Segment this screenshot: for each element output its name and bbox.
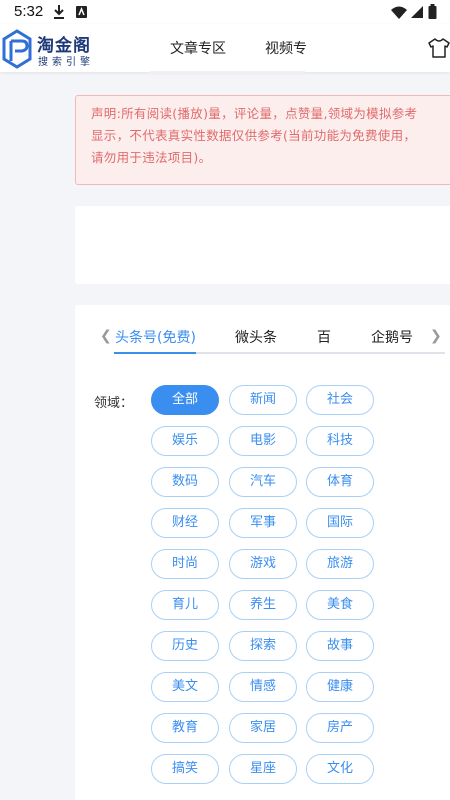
platform-tab-toutiao[interactable]: 头条号(免费): [115, 327, 196, 347]
wifi-icon: [391, 6, 407, 19]
domain-pill[interactable]: 国际: [306, 508, 374, 538]
notice-line: 请勿用于违法项目)。: [91, 150, 212, 165]
domain-pill[interactable]: 教育: [151, 713, 219, 743]
chevron-right-icon[interactable]: ❯: [430, 328, 442, 344]
download-icon: [54, 5, 64, 19]
domain-pill[interactable]: 育儿: [151, 590, 219, 620]
domain-pill[interactable]: 旅游: [306, 549, 374, 579]
domain-pill[interactable]: 娱乐: [151, 426, 219, 456]
domain-pill[interactable]: 新闻: [229, 385, 297, 415]
app-header: 淘金阁 搜索引擎 文章专区 视频专: [0, 24, 450, 73]
notice-line: 声明:所有阅读(播放)量，评论量，点赞量,领域为模拟参考: [91, 106, 418, 121]
logo-subtitle: 搜索引擎: [38, 57, 94, 68]
domain-pill[interactable]: 全部: [151, 385, 219, 415]
domain-pill[interactable]: 探索: [229, 631, 297, 661]
domain-pill[interactable]: 搞笑: [151, 754, 219, 784]
disclaimer-notice: 声明:所有阅读(播放)量，评论量，点赞量,领域为模拟参考 显示，不代表真实性数据…: [75, 95, 450, 185]
app-notification-icon: [76, 6, 87, 18]
domain-pill[interactable]: 游戏: [229, 549, 297, 579]
tab-active-indicator: [114, 352, 196, 354]
domain-pill[interactable]: 星座: [229, 754, 297, 784]
notice-line: 显示，不代表真实性数据仅供参考(当前功能为免费使用，: [91, 128, 417, 143]
domain-pill[interactable]: 财经: [151, 508, 219, 538]
nav-tab-videos[interactable]: 视频专: [265, 38, 307, 58]
domain-pill[interactable]: 时尚: [151, 549, 219, 579]
domain-label: 领域：: [94, 396, 134, 411]
nav-tab-articles[interactable]: 文章专区: [170, 38, 226, 58]
platform-tab-baidu[interactable]: 百: [317, 327, 331, 347]
domain-pill[interactable]: 文化: [306, 754, 374, 784]
domain-pill[interactable]: 养生: [229, 590, 297, 620]
signal-icon: [411, 6, 423, 18]
domain-pill[interactable]: 家居: [229, 713, 297, 743]
domain-pill[interactable]: 汽车: [229, 467, 297, 497]
blank-card: [75, 206, 450, 284]
domain-pill[interactable]: 房产: [306, 713, 374, 743]
domain-pill[interactable]: 美文: [151, 672, 219, 702]
status-time: 5:32: [14, 3, 44, 20]
domain-pill[interactable]: 体育: [306, 467, 374, 497]
domain-pill[interactable]: 故事: [306, 631, 374, 661]
platform-tab-qiepeng[interactable]: 企鹅号: [371, 327, 413, 347]
domain-pill[interactable]: 健康: [306, 672, 374, 702]
domain-pill[interactable]: 电影: [229, 426, 297, 456]
logo-icon: [2, 29, 32, 69]
nav-divider: [150, 71, 305, 73]
domain-pill[interactable]: 社会: [306, 385, 374, 415]
domain-pill[interactable]: 军事: [229, 508, 297, 538]
platform-tab-weitoutiao[interactable]: 微头条: [235, 327, 277, 347]
shirt-icon[interactable]: [428, 38, 450, 58]
battery-icon: [428, 4, 437, 19]
domain-pill[interactable]: 科技: [306, 426, 374, 456]
chevron-left-icon[interactable]: ❮: [100, 328, 112, 344]
status-bar: 5:32: [0, 0, 450, 24]
domain-pill[interactable]: 历史: [151, 631, 219, 661]
domain-pill[interactable]: 数码: [151, 467, 219, 497]
domain-pill[interactable]: 情感: [229, 672, 297, 702]
domain-pill[interactable]: 美食: [306, 590, 374, 620]
